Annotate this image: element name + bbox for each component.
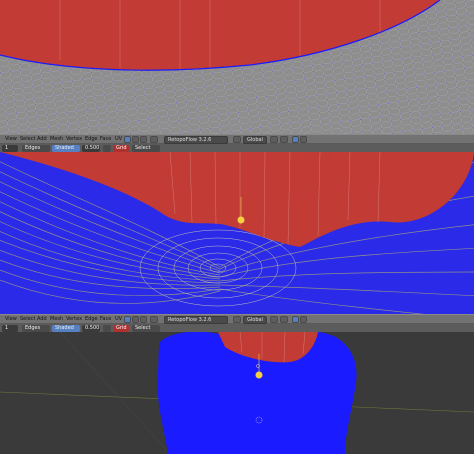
- menu-view-2[interactable]: View: [3, 316, 19, 323]
- snap-icon-2[interactable]: [270, 316, 278, 323]
- shading-field[interactable]: Shaded: [52, 144, 80, 152]
- viewport-bottom[interactable]: [0, 332, 474, 454]
- menu-uv-2[interactable]: UV: [113, 316, 124, 323]
- shading-field-2[interactable]: Shaded: [52, 324, 80, 332]
- face-select-button-2[interactable]: [140, 316, 147, 323]
- menu-mesh-2[interactable]: Mesh: [48, 316, 65, 323]
- viewport-middle[interactable]: [0, 152, 474, 314]
- retopoflow-button-2[interactable]: RetopoFlow 3.2.6 (self): [164, 315, 228, 330]
- snap-icon[interactable]: [270, 136, 278, 143]
- menu-uv[interactable]: UV: [113, 136, 124, 143]
- viewport-top[interactable]: [0, 0, 474, 134]
- edge-select-button-2[interactable]: [132, 316, 139, 323]
- snap-field-2[interactable]: Grid: [113, 324, 129, 332]
- vertex-select-button[interactable]: [124, 136, 131, 143]
- edge-select-button[interactable]: [132, 136, 139, 143]
- menu-face[interactable]: Face: [98, 136, 113, 143]
- menu-vertex[interactable]: Vertex: [64, 136, 84, 143]
- vertex-select-button-2[interactable]: [124, 316, 131, 323]
- viewport-header-2: View Select Add Mesh Vertex Edge Face UV…: [0, 314, 474, 330]
- select-box-field[interactable]: Select Box: [132, 144, 160, 158]
- menu-view[interactable]: View: [3, 136, 19, 143]
- dot-icon-2[interactable]: [300, 316, 307, 323]
- chevron-down-icon-2[interactable]: [103, 324, 111, 332]
- mode-field[interactable]: Edges: [22, 144, 50, 152]
- cursor-icon-2[interactable]: [150, 316, 158, 323]
- menu-add[interactable]: Add: [35, 136, 49, 143]
- menu-mesh[interactable]: Mesh: [48, 136, 65, 143]
- orientation-select-2[interactable]: Global: [243, 315, 267, 324]
- viewport-header-1: View Select Add Mesh Vertex Edge Face UV…: [0, 134, 474, 150]
- menu-face-2[interactable]: Face: [98, 316, 113, 323]
- count-field-2[interactable]: 1: [2, 324, 18, 332]
- cursor-icon[interactable]: [150, 136, 158, 143]
- factor-field-2[interactable]: 0.500: [82, 324, 100, 332]
- dot-icon[interactable]: [300, 136, 307, 143]
- orientation-select[interactable]: Global: [243, 135, 267, 144]
- retopoflow-button[interactable]: RetopoFlow 3.2.6 (self): [164, 135, 228, 150]
- face-select-button[interactable]: [140, 136, 147, 143]
- chevron-down-icon[interactable]: [103, 144, 111, 152]
- factor-field[interactable]: 0.500: [82, 144, 100, 152]
- view-icon-2[interactable]: [233, 316, 241, 323]
- count-field[interactable]: 1: [2, 144, 18, 152]
- light-icon-2[interactable]: [255, 371, 263, 379]
- magnet-icon-2[interactable]: [292, 316, 299, 323]
- tool-options-1: 1 Edges Shaded 0.500 Grid Select Box: [0, 144, 474, 158]
- gear-icon-2[interactable]: [280, 316, 288, 323]
- mode-field-2[interactable]: Edges: [22, 324, 50, 332]
- light-icon[interactable]: [237, 216, 245, 224]
- menu-add-2[interactable]: Add: [35, 316, 49, 323]
- select-box-field-2[interactable]: Select Box: [132, 324, 160, 338]
- view-icon[interactable]: [233, 136, 241, 143]
- magnet-icon[interactable]: [292, 136, 299, 143]
- tool-options-2: 1 Edges Shaded 0.500 Grid Select Box: [0, 324, 474, 338]
- snap-field[interactable]: Grid: [113, 144, 129, 152]
- gear-icon[interactable]: [280, 136, 288, 143]
- menu-vertex-2[interactable]: Vertex: [64, 316, 84, 323]
